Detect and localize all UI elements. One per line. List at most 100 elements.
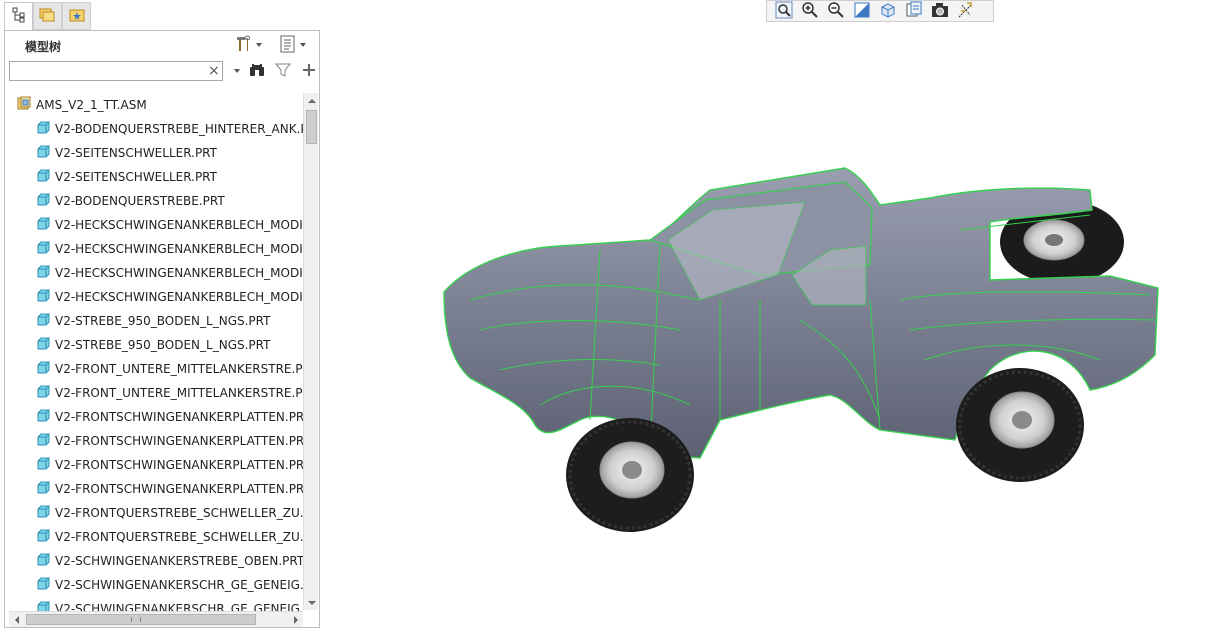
zoom-in-button[interactable] [797,1,823,21]
search-history-dropdown[interactable] [234,69,240,73]
tree-node[interactable]: V2-HECKSCHWINGENANKERBLECH_MODI [9,261,303,285]
tree-node-label: V2-FRONTQUERSTREBE_SCHWELLER_ZU.P [55,530,303,544]
tree-node[interactable]: V2-STREBE_950_BODEN_L_NGS.PRT [9,309,303,333]
part-icon [37,166,50,190]
saved-orientations-button[interactable] [875,1,901,21]
plus-icon [302,63,316,80]
add-column-button[interactable] [299,61,319,81]
settings-menu-button[interactable] [235,35,262,55]
scroll-thumb[interactable] [306,110,317,144]
binoculars-icon [249,63,265,80]
chevron-down-icon [300,43,306,47]
tree-node[interactable]: V2-FRONTSCHWINGENANKERPLATTEN.PR [9,477,303,501]
tree-node[interactable]: V2-FRONTSCHWINGENANKERPLATTEN.PR [9,405,303,429]
search-row: × [9,61,319,83]
graphics-viewport[interactable] [322,24,1226,629]
tree-node[interactable]: V2-BODENQUERSTREBE.PRT [9,189,303,213]
zoom-out-icon [827,1,845,22]
tab-favorites[interactable] [62,2,91,30]
clear-search-icon[interactable]: × [208,62,220,80]
part-icon [37,478,50,502]
tree-vertical-scrollbar[interactable] [303,93,318,610]
scroll-thumb[interactable] [26,614,256,625]
tree-node-label: V2-FRONTSCHWINGENANKERPLATTEN.PR [55,434,303,448]
tree-node[interactable]: V2-STREBE_950_BODEN_L_NGS.PRT [9,333,303,357]
scroll-down-arrow-icon[interactable] [304,595,319,610]
part-icon [37,550,50,574]
search-input[interactable] [9,61,223,81]
tree-node[interactable]: V2-SCHWINGENANKERSCHR_GE_GENEIG. [9,597,303,611]
tree-node[interactable]: V2-SCHWINGENANKERSTREBE_OBEN.PRT [9,549,303,573]
part-icon [37,118,50,142]
tree-node[interactable]: V2-FRONTQUERSTREBE_SCHWELLER_ZU.P [9,501,303,525]
tree-node-label: V2-SCHWINGENANKERSTREBE_OBEN.PRT [55,554,303,568]
tree-node[interactable]: V2-FRONTQUERSTREBE_SCHWELLER_ZU.P [9,525,303,549]
scroll-up-arrow-icon[interactable] [304,93,319,108]
tree-horizontal-scrollbar[interactable] [9,611,303,627]
datum-display-button[interactable] [953,1,979,21]
tree-node-label: V2-FRONTSCHWINGENANKERPLATTEN.PR [55,458,303,472]
tree-node-label: V2-FRONTQUERSTREBE_SCHWELLER_ZU.P [55,506,303,520]
graphics-toolbar [766,0,994,22]
tree-node[interactable]: V2-FRONT_UNTERE_MITTELANKERSTRE.PI [9,357,303,381]
tools-icon [235,35,253,56]
view-manager-icon [905,1,923,22]
tree-node[interactable]: V2-SCHWINGENANKERSCHR_GE_GENEIG. [9,573,303,597]
list-view-icon [279,35,297,56]
part-icon [37,310,50,334]
tab-model-tree[interactable] [4,2,33,30]
camera-icon [931,1,949,22]
part-icon [37,214,50,238]
tree-node-label: V2-BODENQUERSTREBE_HINTERER_ANK.P [55,122,303,136]
cube-view-icon [879,1,897,22]
model-tree: AMS_V2_1_TT.ASM V2-BODENQUERSTREBE_HINTE… [9,93,303,611]
tree-node[interactable]: V2-BODENQUERSTREBE_HINTERER_ANK.P [9,117,303,141]
tree-root-node[interactable]: AMS_V2_1_TT.ASM [9,93,303,117]
part-icon [37,262,50,286]
datum-axes-icon [957,1,975,22]
tree-node-label: V2-HECKSCHWINGENANKERBLECH_MODI [55,290,303,304]
show-menu-button[interactable] [279,35,306,55]
tree-node-label: V2-SCHWINGENANKERSCHR_GE_GENEIG. [55,578,303,592]
part-icon [37,454,50,478]
part-icon [37,334,50,358]
view-manager-button[interactable] [901,1,927,21]
part-icon [37,286,50,310]
chevron-down-icon [256,43,262,47]
refit-icon [775,1,793,22]
tree-node[interactable]: V2-SEITENSCHWELLER.PRT [9,165,303,189]
find-button[interactable] [247,61,267,81]
tree-node-label: V2-FRONT_UNTERE_MITTELANKERSTRE.PI [55,386,303,400]
filter-button[interactable] [273,61,293,81]
tree-node-label: V2-STREBE_950_BODEN_L_NGS.PRT [55,338,271,352]
panel-title: 模型树 [25,40,62,54]
part-icon [37,526,50,550]
favorites-folder-icon [69,7,85,26]
tree-node[interactable]: V2-FRONT_UNTERE_MITTELANKERSTRE.PI [9,381,303,405]
front-left-wheel [566,418,694,532]
tree-node[interactable]: V2-SEITENSCHWELLER.PRT [9,141,303,165]
tree-node[interactable]: V2-FRONTSCHWINGENANKERPLATTEN.PR [9,453,303,477]
tree-node-label: V2-SEITENSCHWELLER.PRT [55,170,217,184]
tree-node-label: V2-BODENQUERSTREBE.PRT [55,194,225,208]
panel-header: 模型树 [5,31,319,59]
rear-left-wheel [956,368,1084,482]
tree-node[interactable]: V2-FRONTSCHWINGENANKERPLATTEN.PR [9,429,303,453]
zoom-out-button[interactable] [823,1,849,21]
scroll-right-arrow-icon[interactable] [288,612,303,628]
tree-node-label: V2-FRONT_UNTERE_MITTELANKERSTRE.PI [55,362,303,376]
tree-node-label: V2-STREBE_950_BODEN_L_NGS.PRT [55,314,271,328]
scroll-left-arrow-icon[interactable] [9,612,24,628]
tree-node[interactable]: V2-HECKSCHWINGENANKERBLECH_MODI [9,237,303,261]
tree-node-label: V2-HECKSCHWINGENANKERBLECH_MODI [55,242,303,256]
tree-node[interactable]: V2-HECKSCHWINGENANKERBLECH_MODI [9,285,303,309]
display-style-button[interactable] [927,1,953,21]
tab-folder-browser[interactable] [33,2,62,30]
refit-button[interactable] [771,1,797,21]
tree-node-label: V2-SCHWINGENANKERSCHR_GE_GENEIG. [55,602,303,611]
tree-node-label: AMS_V2_1_TT.ASM [36,98,147,112]
part-icon [37,190,50,214]
tree-node[interactable]: V2-HECKSCHWINGENANKERBLECH_MODI [9,213,303,237]
part-icon [37,238,50,262]
repaint-button[interactable] [849,1,875,21]
